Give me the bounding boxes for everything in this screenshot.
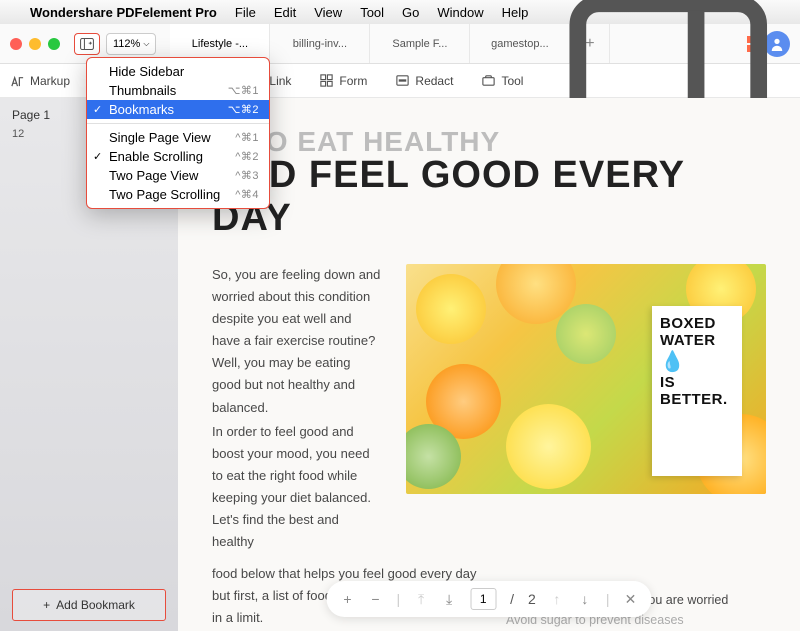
heading-line-2: AND FEEL GOOD EVERY DAY (212, 154, 766, 240)
menu-thumbnails[interactable]: Thumbnails ⌥⌘1 (87, 81, 269, 100)
add-bookmark-button[interactable]: + Add Bookmark (12, 589, 166, 621)
redact-icon (395, 73, 410, 88)
toolbox-icon (481, 73, 496, 88)
tab-sample[interactable]: Sample F... (370, 24, 470, 63)
check-icon: ✓ (93, 150, 102, 163)
page-input[interactable] (470, 588, 496, 610)
menu-tool[interactable]: Tool (360, 5, 384, 20)
check-icon: ✓ (93, 103, 102, 116)
chevron-down-icon: ⌵ (143, 39, 149, 49)
zoom-in-button[interactable]: + (341, 592, 355, 606)
tab-gamestop[interactable]: gamestop... (470, 24, 570, 63)
prev-page-button[interactable]: ↑ (550, 592, 564, 606)
add-bookmark-label: Add Bookmark (56, 598, 135, 612)
menu-two-page-scrolling[interactable]: Two Page Scrolling ^⌘4 (87, 185, 269, 204)
intro-paragraph-1: So, you are feeling down and worried abo… (212, 264, 382, 419)
page-total: 2 (528, 591, 536, 607)
tool-markup[interactable]: Markup (10, 73, 70, 88)
next-page-button[interactable]: ↓ (578, 592, 592, 606)
tool-tool[interactable]: Tool (481, 73, 523, 88)
close-pager-button[interactable]: ✕ (623, 592, 637, 606)
plus-icon: + (43, 598, 50, 612)
minimize-window-button[interactable] (29, 38, 41, 50)
menu-single-page[interactable]: Single Page View ^⌘1 (87, 128, 269, 147)
menu-two-page[interactable]: Two Page View ^⌘3 (87, 166, 269, 185)
close-window-button[interactable] (10, 38, 22, 50)
carton-graphic: BOXED WATER 💧 IS BETTER. (652, 306, 742, 476)
tab-billing[interactable]: billing-inv... (270, 24, 370, 63)
form-icon (319, 73, 334, 88)
zoom-out-button[interactable]: − (369, 592, 383, 606)
menu-enable-scrolling[interactable]: ✓ Enable Scrolling ^⌘2 (87, 147, 269, 166)
document-viewport[interactable]: W TO EAT HEALTHY AND FEEL GOOD EVERY DAY… (178, 98, 800, 631)
app-name[interactable]: Wondershare PDFelement Pro (30, 5, 217, 20)
menu-help[interactable]: Help (502, 5, 529, 20)
menu-hide-sidebar[interactable]: Hide Sidebar (87, 62, 269, 81)
tool-form[interactable]: Form (319, 73, 367, 88)
page-navigator: + − | ⤒ ⤓ / 2 ↑ ↓ | ✕ (327, 581, 652, 617)
menu-view[interactable]: View (314, 5, 342, 20)
menu-separator (87, 123, 269, 124)
maximize-window-button[interactable] (48, 38, 60, 50)
traffic-lights (10, 38, 60, 50)
zoom-select[interactable]: 112% ⌵ (106, 33, 156, 55)
menu-go[interactable]: Go (402, 5, 419, 20)
first-page-button[interactable]: ⤒ (414, 592, 428, 606)
sidebar-toggle-button[interactable] (74, 33, 100, 55)
menu-file[interactable]: File (235, 5, 256, 20)
tool-redact[interactable]: Redact (395, 73, 453, 88)
menu-window[interactable]: Window (437, 5, 483, 20)
sidebar-view-menu: Hide Sidebar Thumbnails ⌥⌘1 ✓ Bookmarks … (86, 57, 270, 209)
menu-edit[interactable]: Edit (274, 5, 296, 20)
last-page-button[interactable]: ⤓ (442, 592, 456, 606)
zoom-value: 112% (113, 38, 140, 50)
intro-paragraph-2: In order to feel good and boost your moo… (212, 421, 382, 554)
menu-bookmarks[interactable]: ✓ Bookmarks ⌥⌘2 (87, 100, 269, 119)
page-separator: / (510, 591, 514, 607)
hero-image: BOXED WATER 💧 IS BETTER. (406, 264, 766, 494)
markup-icon (10, 73, 25, 88)
